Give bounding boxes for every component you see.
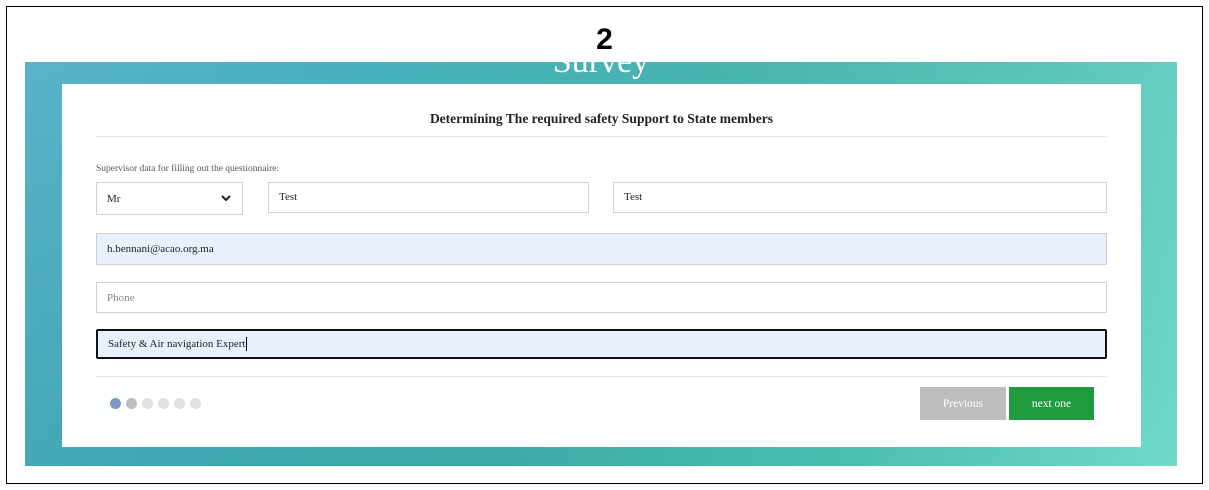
first-name-input[interactable]: Test: [268, 182, 589, 213]
supervisor-section-label: Supervisor data for filling out the ques…: [96, 164, 280, 174]
previous-button[interactable]: Previous: [920, 387, 1006, 420]
progress-dot: [126, 398, 137, 409]
progress-dot: [158, 398, 169, 409]
job-title-value: Safety & Air navigation Expert: [108, 338, 246, 350]
first-name-value: Test: [279, 191, 298, 203]
progress-dot: [174, 398, 185, 409]
step-progress-dots: [110, 398, 201, 409]
survey-form-card: Determining The required safety Support …: [62, 84, 1141, 447]
footer-divider: [96, 376, 1107, 377]
progress-dot: [110, 398, 121, 409]
title-select-value: Mr: [107, 192, 121, 205]
progress-dot: [142, 398, 153, 409]
email-value: h.bennani@acao.org.ma: [107, 243, 214, 255]
last-name-input[interactable]: Test: [613, 182, 1107, 213]
form-title: Determining The required safety Support …: [429, 111, 774, 126]
job-title-field[interactable]: Safety & Air navigation Expert: [96, 329, 1107, 359]
phone-field[interactable]: Phone: [96, 282, 1107, 313]
email-field[interactable]: h.bennani@acao.org.ma: [96, 233, 1107, 265]
chevron-down-icon: [221, 195, 231, 202]
title-select[interactable]: Mr: [96, 182, 243, 215]
last-name-value: Test: [624, 191, 643, 203]
banner-title: Survey: [25, 62, 1177, 82]
title-divider: [96, 136, 1107, 137]
phone-placeholder: Phone: [107, 291, 135, 304]
step-number: 2: [596, 23, 613, 56]
next-button[interactable]: next one: [1009, 387, 1094, 420]
progress-dot: [190, 398, 201, 409]
text-cursor: [246, 337, 248, 351]
